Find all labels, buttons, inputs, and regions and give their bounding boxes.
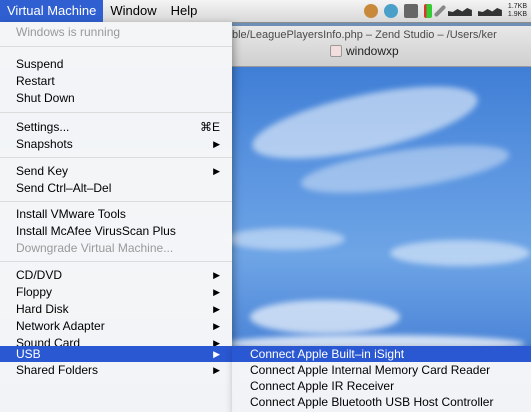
submenu-arrow-icon: ▶ — [213, 349, 220, 359]
window-title-text: windowxp — [346, 44, 399, 58]
bandwidth-graph-icon — [477, 8, 502, 16]
submenu-arrow-icon: ▶ — [213, 365, 220, 375]
menu-separator — [0, 201, 232, 202]
network-adapter-label: Network Adapter — [16, 319, 105, 333]
shared-folders-label: Shared Folders — [16, 363, 99, 377]
submenu-arrow-icon: ▶ — [213, 166, 220, 176]
vm-document-icon — [330, 45, 342, 57]
menu-item-downgrade: Downgrade Virtual Machine... — [16, 241, 174, 255]
submenu-item-connect-ir-receiver[interactable]: Connect Apple IR Receiver — [232, 378, 531, 394]
menu-item-send-key[interactable]: Send Key ▶ — [0, 163, 232, 179]
recording-icon[interactable] — [363, 4, 378, 18]
submenu-item-connect-card-reader[interactable]: Connect Apple Internal Memory Card Reade… — [232, 362, 531, 378]
submenu-arrow-icon: ▶ — [213, 270, 220, 280]
window-title: windowxp — [330, 44, 399, 58]
menu-item-shared-folders[interactable]: Shared Folders ▶ — [0, 362, 232, 378]
menu-item-usb[interactable]: USB ▶ — [0, 346, 232, 362]
menu-item-network-adapter[interactable]: Network Adapter ▶ — [0, 318, 232, 334]
download-speed: 1.9KB — [507, 11, 527, 18]
settings-shortcut: ⌘E — [199, 120, 220, 134]
usb-label: USB — [16, 347, 41, 361]
submenu-arrow-icon: ▶ — [213, 287, 220, 297]
hard-disk-label: Hard Disk — [16, 302, 69, 316]
menu-window[interactable]: Window — [103, 0, 163, 22]
virtual-machine-menu: Windows is running Suspend Restart Shut … — [0, 22, 232, 412]
menu-item-restart[interactable]: Restart — [0, 73, 232, 89]
menu-help[interactable]: Help — [164, 0, 205, 22]
menu-item-settings[interactable]: Settings... ⌘E — [0, 119, 232, 135]
usb-submenu: Connect Apple Built–in iSight Connect Ap… — [232, 346, 531, 412]
menu-item-install-mcafee[interactable]: Install McAfee VirusScan Plus — [0, 223, 232, 239]
menu-item-install-vmware-tools[interactable]: Install VMware Tools — [0, 206, 232, 222]
menu-item-hard-disk[interactable]: Hard Disk ▶ — [0, 301, 232, 317]
edit-icon[interactable] — [433, 4, 447, 18]
menu-item-send-ctrl-alt-del[interactable]: Send Ctrl–Alt–Del — [0, 180, 232, 196]
submenu-item-connect-bluetooth[interactable]: Connect Apple Bluetooth USB Host Control… — [232, 394, 531, 410]
menu-separator — [0, 157, 232, 158]
network-icon[interactable] — [383, 4, 398, 18]
vm-status: Windows is running — [16, 25, 121, 39]
submenu-arrow-icon: ▶ — [213, 321, 220, 331]
menu-item-cd-dvd[interactable]: CD/DVD ▶ — [0, 267, 232, 283]
menu-virtual-machine[interactable]: Virtual Machine — [0, 0, 104, 22]
settings-label: Settings... — [16, 120, 70, 134]
snapshots-label: Snapshots — [16, 137, 73, 151]
cloud — [390, 240, 530, 266]
send-key-label: Send Key — [16, 164, 69, 178]
submenu-item-connect-isight[interactable]: Connect Apple Built–in iSight — [232, 346, 531, 362]
background-window-path: ble/LeaguePlayersInfo.php – Zend Studio … — [232, 29, 497, 41]
menu-item-snapshots[interactable]: Snapshots ▶ — [0, 136, 232, 152]
menu-separator — [0, 46, 232, 47]
cloud — [250, 300, 400, 334]
menu-separator — [0, 112, 232, 113]
battery-icon[interactable] — [423, 4, 432, 18]
menu-bar: Virtual Machine Window Help 1.7KB 1.9KB — [0, 0, 531, 23]
bandwidth-graph-icon — [447, 8, 472, 16]
submenu-arrow-icon: ▶ — [213, 304, 220, 314]
menu-item-shut-down[interactable]: Shut Down — [0, 90, 232, 106]
menu-separator — [0, 261, 232, 262]
upload-speed: 1.7KB — [507, 3, 527, 10]
cloud — [225, 228, 345, 250]
menu-item-suspend[interactable]: Suspend — [0, 56, 232, 72]
display-icon[interactable] — [403, 4, 418, 18]
floppy-label: Floppy — [16, 285, 53, 299]
status-icons: 1.7KB 1.9KB — [363, 0, 531, 22]
network-speed: 1.7KB 1.9KB — [508, 3, 527, 19]
submenu-arrow-icon: ▶ — [213, 139, 220, 149]
menu-item-floppy[interactable]: Floppy ▶ — [0, 284, 232, 300]
cd-dvd-label: CD/DVD — [16, 268, 63, 282]
